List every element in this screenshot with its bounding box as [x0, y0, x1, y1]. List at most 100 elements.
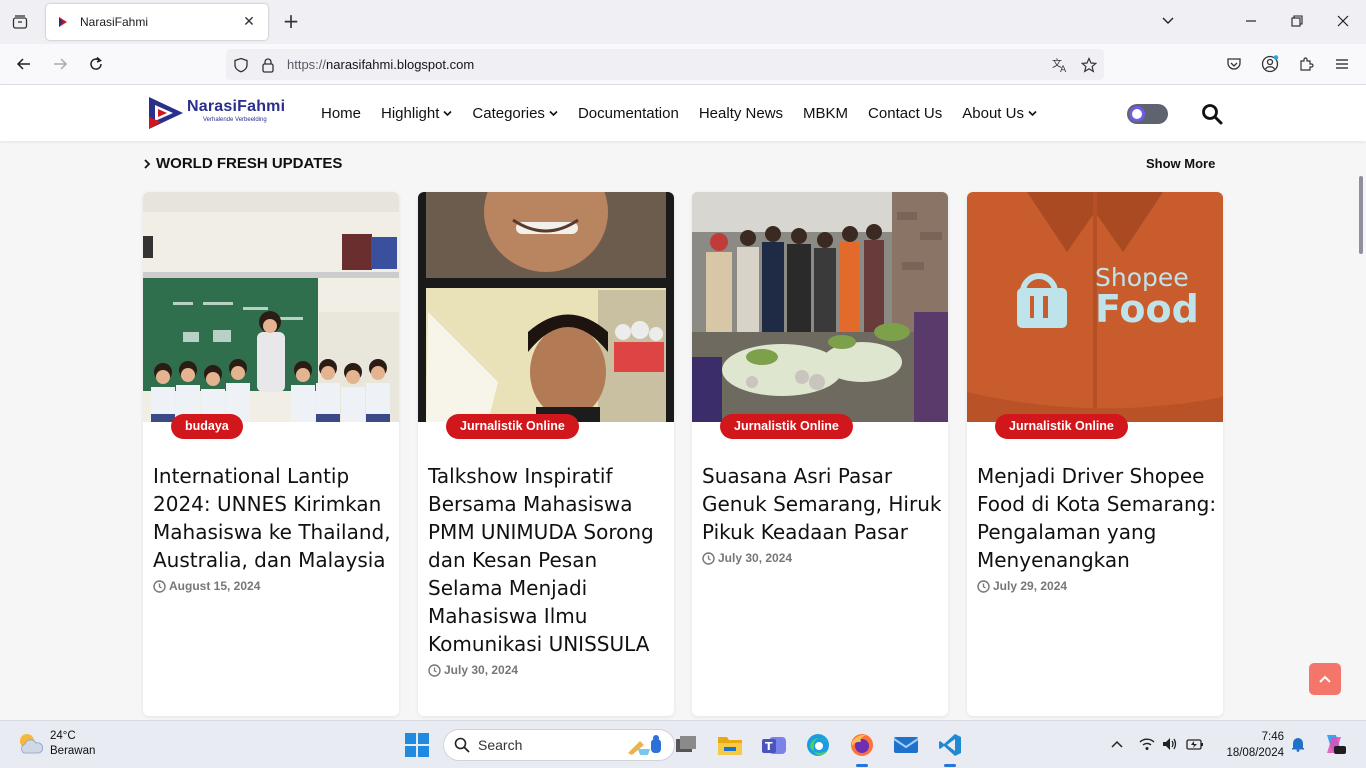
- vscode-icon[interactable]: [936, 731, 964, 767]
- nav-item-documentation[interactable]: Documentation: [578, 105, 679, 122]
- post-title[interactable]: Suasana Asri Pasar Genuk Semarang, Hiruk…: [702, 462, 942, 546]
- post-thumbnail[interactable]: [692, 192, 948, 422]
- post-title[interactable]: Menjadi Driver Shopee Food di Kota Semar…: [977, 462, 1217, 574]
- forward-arrow-icon[interactable]: [48, 52, 72, 76]
- bookmark-star-icon[interactable]: [1079, 55, 1099, 75]
- tab-close-icon[interactable]: ✕: [240, 14, 258, 30]
- category-badge[interactable]: Jurnalistik Online: [995, 414, 1128, 439]
- main-menu: Home Highlight Categories Documentation Heal…: [321, 105, 1037, 122]
- notification-bell-icon[interactable]: [1289, 735, 1307, 753]
- post-card[interactable]: budaya International Lantip 2024: UNNES …: [143, 192, 399, 716]
- back-arrow-icon[interactable]: [12, 52, 36, 76]
- list-all-tabs-icon[interactable]: [1157, 10, 1179, 32]
- dark-mode-toggle[interactable]: [1127, 104, 1168, 124]
- reload-icon[interactable]: [84, 52, 108, 76]
- site-favicon-icon: [56, 15, 70, 29]
- windows-start-icon[interactable]: [405, 733, 429, 757]
- nav-item-label: About Us: [962, 105, 1024, 122]
- account-icon[interactable]: [1258, 52, 1282, 76]
- post-card[interactable]: Shopee Food Jurnalistik Online Menjadi D…: [967, 192, 1223, 716]
- post-thumbnail[interactable]: [418, 192, 674, 422]
- copilot-icon[interactable]: [1322, 733, 1346, 755]
- clock-date: 18/08/2024: [1226, 747, 1284, 759]
- nav-item-home[interactable]: Home: [321, 105, 361, 122]
- minimize-icon[interactable]: [1240, 10, 1262, 32]
- task-view-icon[interactable]: [672, 731, 700, 759]
- toggle-knob: [1129, 106, 1145, 122]
- close-window-icon[interactable]: [1332, 10, 1354, 32]
- url-scheme: https://: [287, 57, 327, 72]
- tracking-protection-shield-icon[interactable]: [231, 55, 251, 75]
- browser-toolbar: https://narasifahmi.blogspot.com 文A: [0, 44, 1366, 85]
- logo-name: NarasiFahmi: [187, 98, 286, 115]
- menu-hamburger-icon[interactable]: [1330, 52, 1354, 76]
- clock-icon: [153, 579, 166, 593]
- system-clock[interactable]: 7:46 18/08/2024: [1216, 729, 1284, 761]
- post-date: July 30, 2024: [428, 663, 518, 677]
- chevron-down-icon: [443, 110, 452, 117]
- restore-icon[interactable]: [1286, 10, 1308, 32]
- nav-item-categories[interactable]: Categories: [472, 105, 558, 122]
- browser-tab[interactable]: NarasiFahmi ✕: [46, 4, 268, 40]
- translate-icon[interactable]: 文A: [1050, 55, 1070, 75]
- post-date-text: July 30, 2024: [718, 551, 793, 565]
- nav-item-label: Home: [321, 105, 362, 122]
- url-text[interactable]: https://narasifahmi.blogspot.com: [287, 57, 474, 72]
- post-title[interactable]: Talkshow Inspiratif Bersama Mahasiswa PM…: [428, 462, 668, 658]
- svg-text:T: T: [765, 740, 773, 753]
- post-card[interactable]: Jurnalistik Online Suasana Asri Pasar Ge…: [692, 192, 948, 716]
- new-tab-icon[interactable]: +: [280, 10, 302, 34]
- nav-item-healty-news[interactable]: Healty News: [699, 105, 783, 122]
- taskbar-search-box[interactable]: Search: [443, 729, 675, 761]
- food-brand-text: Food: [1095, 287, 1199, 331]
- site-logo[interactable]: NarasiFahmi Verhalende Verbeelding: [147, 95, 297, 131]
- category-badge[interactable]: budaya: [171, 414, 243, 439]
- post-date: July 29, 2024: [977, 579, 1067, 593]
- pocket-icon[interactable]: [1222, 52, 1246, 76]
- wifi-icon[interactable]: [1138, 735, 1156, 753]
- show-more-link[interactable]: Show More: [1146, 156, 1215, 171]
- nav-item-label: Healty News: [698, 105, 784, 122]
- mail-icon[interactable]: [892, 731, 920, 759]
- url-host: narasifahmi.blogspot.com: [326, 57, 475, 72]
- volume-icon[interactable]: [1161, 735, 1179, 753]
- category-badge[interactable]: Jurnalistik Online: [446, 414, 579, 439]
- category-badge[interactable]: Jurnalistik Online: [720, 414, 853, 439]
- nav-item-about-us[interactable]: About Us: [962, 105, 1037, 122]
- firefox-icon[interactable]: [848, 731, 876, 767]
- taskbar-search-placeholder: Search: [478, 737, 523, 753]
- nav-item-label: Contact Us: [868, 105, 943, 122]
- show-hidden-icons-chevron-icon[interactable]: [1108, 735, 1126, 753]
- chevron-down-icon: [549, 110, 558, 117]
- post-title[interactable]: International Lantip 2024: UNNES Kirimka…: [153, 462, 393, 574]
- post-date-text: July 29, 2024: [993, 579, 1068, 593]
- url-bar[interactable]: https://narasifahmi.blogspot.com 文A: [226, 49, 1104, 80]
- teams-icon[interactable]: T: [760, 731, 788, 759]
- lock-icon[interactable]: [258, 55, 278, 75]
- extensions-icon[interactable]: [1294, 52, 1318, 76]
- post-date: July 30, 2024: [702, 551, 792, 565]
- file-explorer-icon[interactable]: [716, 731, 744, 759]
- post-thumbnail[interactable]: Shopee Food: [967, 192, 1223, 422]
- post-card[interactable]: Jurnalistik Online Talkshow Inspiratif B…: [418, 192, 674, 716]
- nav-item-label: MBKM: [803, 105, 849, 122]
- chevron-right-icon: [144, 158, 151, 169]
- logo-tagline: Verhalende Verbeelding: [203, 117, 267, 123]
- clock-time: 7:46: [1261, 731, 1284, 743]
- edge-browser-icon[interactable]: [804, 731, 832, 759]
- search-icon: [454, 737, 470, 753]
- chevron-up-icon: [1319, 675, 1331, 683]
- post-thumbnail[interactable]: [143, 192, 399, 422]
- search-icon[interactable]: [1201, 103, 1225, 127]
- weather-widget[interactable]: 24°C Berawan: [16, 729, 95, 759]
- nav-item-highlight[interactable]: Highlight: [381, 105, 452, 122]
- nav-item-mbkm[interactable]: MBKM: [803, 105, 848, 122]
- back-to-top-button[interactable]: [1309, 663, 1341, 695]
- tab-list-icon[interactable]: [8, 10, 32, 34]
- logo-mark-icon: [149, 97, 183, 129]
- battery-charging-icon[interactable]: [1186, 735, 1204, 753]
- nav-item-contact-us[interactable]: Contact Us: [868, 105, 942, 122]
- page-scrollbar[interactable]: [1359, 176, 1363, 254]
- partly-cloudy-icon: [20, 734, 44, 754]
- search-highlight-icon: [628, 735, 661, 755]
